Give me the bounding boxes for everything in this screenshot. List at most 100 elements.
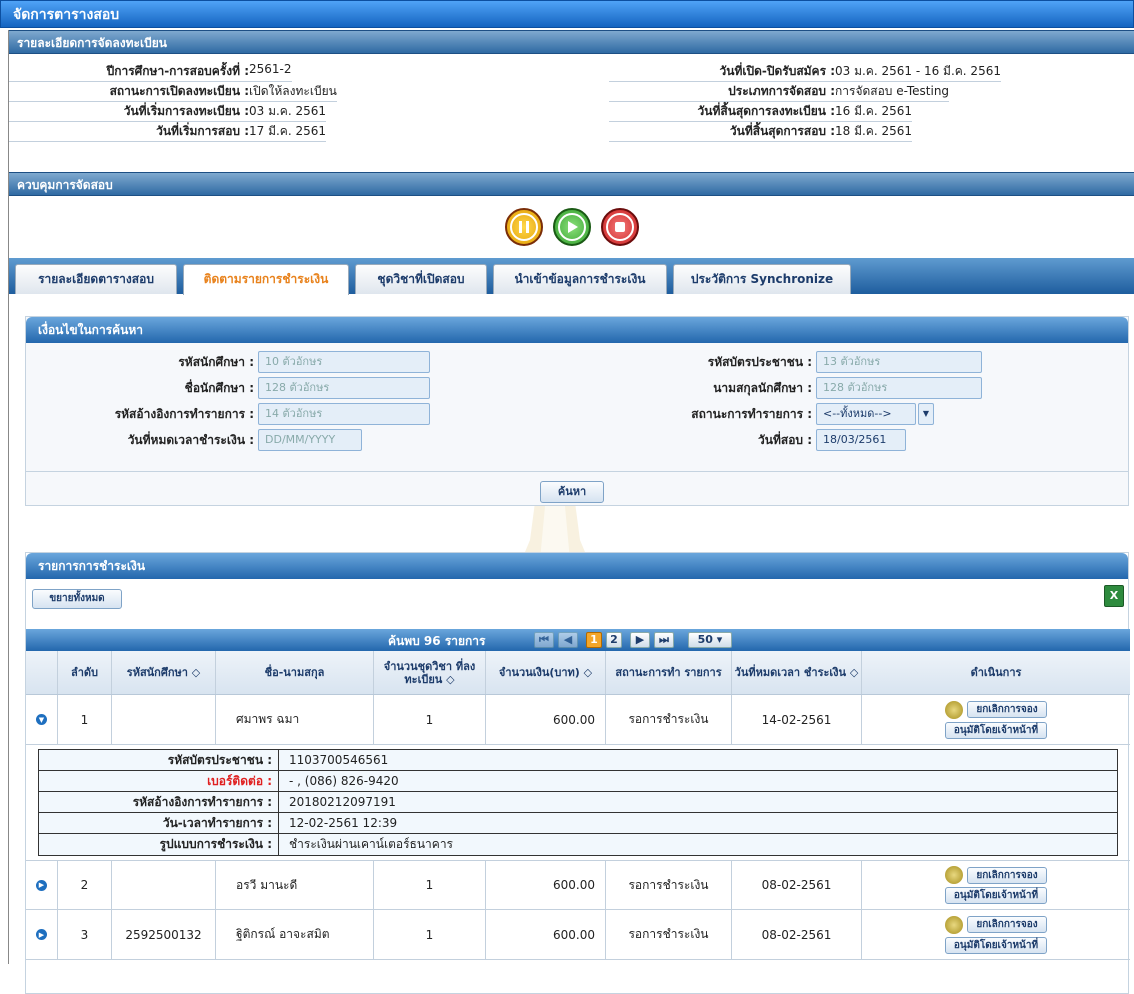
info-value: 18 มี.ค. 2561 xyxy=(835,124,913,138)
student-id-label: รหัสนักศึกษา : xyxy=(178,355,254,369)
info-value: 16 มี.ค. 2561 xyxy=(835,104,913,118)
info-label: วันที่สิ้นสุดการลงทะเบียน : xyxy=(697,104,835,118)
cancel-booking-button[interactable]: ยกเลิกการจอง xyxy=(967,701,1047,718)
play-icon xyxy=(567,221,578,233)
expand-all-button[interactable]: ขยายทั้งหมด xyxy=(32,589,122,609)
grid-pager: ค้นพบ 96 รายการ ⏮ ◀ 1 2 ▶ ⏭ 50 ▾ xyxy=(26,629,1130,651)
approve-button[interactable]: อนุมัติโดยเจ้าหน้าที่ xyxy=(944,936,1048,954)
info-value: 2561-2 xyxy=(249,62,292,76)
cell-actions: ยกเลิกการจอง อนุมัติโดยเจ้าหน้าที่ xyxy=(862,910,1130,959)
cell-amount: 600.00 xyxy=(486,695,606,744)
expire-date-input[interactable]: DD/MM/YYYY xyxy=(258,429,362,451)
info-value: 03 ม.ค. 2561 - 16 มี.ค. 2561 xyxy=(835,64,1001,78)
detail-label: รูปแบบการชำระเงิน : xyxy=(39,834,279,855)
exam-date-input[interactable]: 18/03/2561 xyxy=(816,429,906,451)
info-value: 03 ม.ค. 2561 xyxy=(249,104,327,118)
page-2[interactable]: 2 xyxy=(606,632,622,648)
cell-actions: ยกเลิกการจอง อนุมัติโดยเจ้าหน้าที่ xyxy=(862,861,1130,909)
collapse-icon[interactable]: ▼ xyxy=(36,714,47,725)
detail-value: - , (086) 826-9420 xyxy=(289,774,399,788)
tab-payment-tracking[interactable]: ติดตามรายการชำระเงิน xyxy=(183,264,349,295)
window-title: จัดการตารางสอบ xyxy=(0,0,1134,28)
exam-date-label: วันที่สอบ : xyxy=(758,433,812,447)
cell-actions: ยกเลิกการจอง อนุมัติโดยเจ้าหน้าที่ xyxy=(862,695,1130,744)
pause-icon xyxy=(518,221,529,233)
col-expire[interactable]: วันที่หมดเวลา ชำระเงิน ◇ xyxy=(732,651,862,694)
info-value: เปิดให้ลงทะเบียน xyxy=(249,84,337,98)
cell-course-count: 1 xyxy=(374,910,486,959)
cell-status: รอการชำระเงิน xyxy=(606,910,732,959)
cancel-booking-button[interactable]: ยกเลิกการจอง xyxy=(967,916,1047,933)
search-button[interactable]: ค้นหา xyxy=(540,481,604,503)
table-row: ▶ 2 อรวี มานะดี 1 600.00 รอการชำระเงิน 0… xyxy=(26,860,1130,910)
cell-expire: 08-02-2561 xyxy=(732,910,862,959)
page-size-select[interactable]: 50 ▾ xyxy=(688,632,732,648)
tab-import-payments[interactable]: นำเข้าข้อมูลการชำระเงิน xyxy=(493,264,667,294)
receipt-icon[interactable] xyxy=(945,866,964,884)
tab-sync-history[interactable]: ประวัติการ Synchronize xyxy=(673,264,851,294)
cell-name: ฐิติกรณ์ อาจะสมิต xyxy=(216,910,374,959)
info-label: วันที่สิ้นสุดการสอบ : xyxy=(729,124,835,138)
last-name-input[interactable]: 128 ตัวอักษร xyxy=(816,377,982,399)
col-course-count[interactable]: จำนวนชุดวิชา ที่ลงทะเบียน ◇ xyxy=(374,651,486,694)
detail-value: ชำระเงินผ่านเคาน์เตอร์ธนาคาร xyxy=(289,837,454,851)
receipt-icon[interactable] xyxy=(945,700,964,719)
cell-name: อรวี มานะดี xyxy=(216,861,374,909)
payments-grid: ค้นพบ 96 รายการ ⏮ ◀ 1 2 ▶ ⏭ 50 ▾ ลำดับ ร… xyxy=(26,629,1130,960)
detail-value: 12-02-2561 12:39 xyxy=(289,816,398,830)
info-label: วันที่เริ่มการสอบ : xyxy=(156,124,249,138)
approve-button[interactable]: อนุมัติโดยเจ้าหน้าที่ xyxy=(944,887,1048,904)
info-label: ปีการศึกษา-การสอบครั้งที่ : xyxy=(106,64,249,78)
row-expand[interactable]: ▶ xyxy=(26,910,58,959)
first-page-icon[interactable]: ⏮ xyxy=(534,632,554,648)
cell-name: ศมาพร ฉมา xyxy=(216,695,374,744)
excel-export-icon[interactable]: X xyxy=(1104,585,1124,607)
receipt-icon[interactable] xyxy=(945,915,964,934)
cancel-booking-button[interactable]: ยกเลิกการจอง xyxy=(967,866,1047,884)
cell-student-id xyxy=(112,695,216,744)
col-student-id[interactable]: รหัสนักศึกษา ◇ xyxy=(112,651,216,694)
student-id-input[interactable]: 10 ตัวอักษร xyxy=(258,351,430,373)
control-header: ควบคุมการจัดสอบ xyxy=(9,172,1134,196)
payments-panel: รายการการชำระเงิน ขยายทั้งหมด X ค้นพบ 96… xyxy=(25,552,1130,994)
search-panel-header: เงื่อนไขในการค้นหา xyxy=(26,317,1128,343)
stop-button[interactable] xyxy=(600,208,639,246)
main-frame: รายละเอียดการจัดลงทะเบียน ปีการศึกษา-การ… xyxy=(8,30,1134,994)
cell-student-id xyxy=(112,861,216,909)
cell-course-count: 1 xyxy=(374,695,486,744)
expand-icon[interactable]: ▶ xyxy=(36,879,47,891)
last-page-icon[interactable]: ⏭ xyxy=(654,632,674,648)
chevron-down-icon[interactable]: ▼ xyxy=(918,403,934,425)
cell-expire: 08-02-2561 xyxy=(732,861,862,909)
first-name-input[interactable]: 128 ตัวอักษร xyxy=(258,377,430,399)
prev-page-icon[interactable]: ◀ xyxy=(558,632,578,648)
search-panel: เงื่อนไขในการค้นหา รหัสนักศึกษา : 10 ตัว… xyxy=(25,316,1129,506)
col-amount[interactable]: จำนวนเงิน(บาท) ◇ xyxy=(486,651,606,694)
citizen-id-input[interactable]: 13 ตัวอักษร xyxy=(816,351,982,373)
info-value: 17 มี.ค. 2561 xyxy=(249,124,327,138)
expand-icon[interactable]: ▶ xyxy=(36,929,47,940)
tab-exam-details[interactable]: รายละเอียดตารางสอบ xyxy=(15,264,177,294)
start-button[interactable] xyxy=(552,208,591,246)
registration-header: รายละเอียดการจัดลงทะเบียน xyxy=(9,30,1134,54)
pause-button[interactable] xyxy=(504,208,543,246)
next-page-icon[interactable]: ▶ xyxy=(630,632,650,648)
approve-button[interactable]: อนุมัติโดยเจ้าหน้าที่ xyxy=(944,721,1048,739)
table-row: ▶ 3 2592500132 ฐิติกรณ์ อาจะสมิต 1 600.0… xyxy=(26,910,1130,960)
table-row: ▼ 1 ศมาพร ฉมา 1 600.00 รอการชำระเงิน 14-… xyxy=(26,695,1130,745)
row-expand[interactable]: ▼ xyxy=(26,695,58,744)
cell-amount: 600.00 xyxy=(486,910,606,959)
ref-input[interactable]: 14 ตัวอักษร xyxy=(258,403,430,425)
info-value: การจัดสอบ e-Testing xyxy=(835,84,950,98)
info-label: ประเภทการจัดสอบ : xyxy=(728,84,835,98)
expire-date-label: วันที่หมดเวลาชำระเงิน : xyxy=(127,433,254,447)
page-1[interactable]: 1 xyxy=(586,632,602,648)
col-no: ลำดับ xyxy=(58,651,112,694)
row-detail: รหัสบัตรประชาชน : 1103700546561 เบอร์ติดต… xyxy=(38,749,1118,856)
cell-status: รอการชำระเงิน xyxy=(606,861,732,909)
col-actions: ดำเนินการ xyxy=(970,666,1022,679)
row-expand[interactable]: ▶ xyxy=(26,861,58,909)
record-count: ค้นพบ 96 รายการ xyxy=(388,634,486,648)
tab-open-courses[interactable]: ชุดวิชาที่เปิดสอบ xyxy=(355,264,487,294)
status-select[interactable]: <--ทั้งหมด--> xyxy=(816,403,916,425)
